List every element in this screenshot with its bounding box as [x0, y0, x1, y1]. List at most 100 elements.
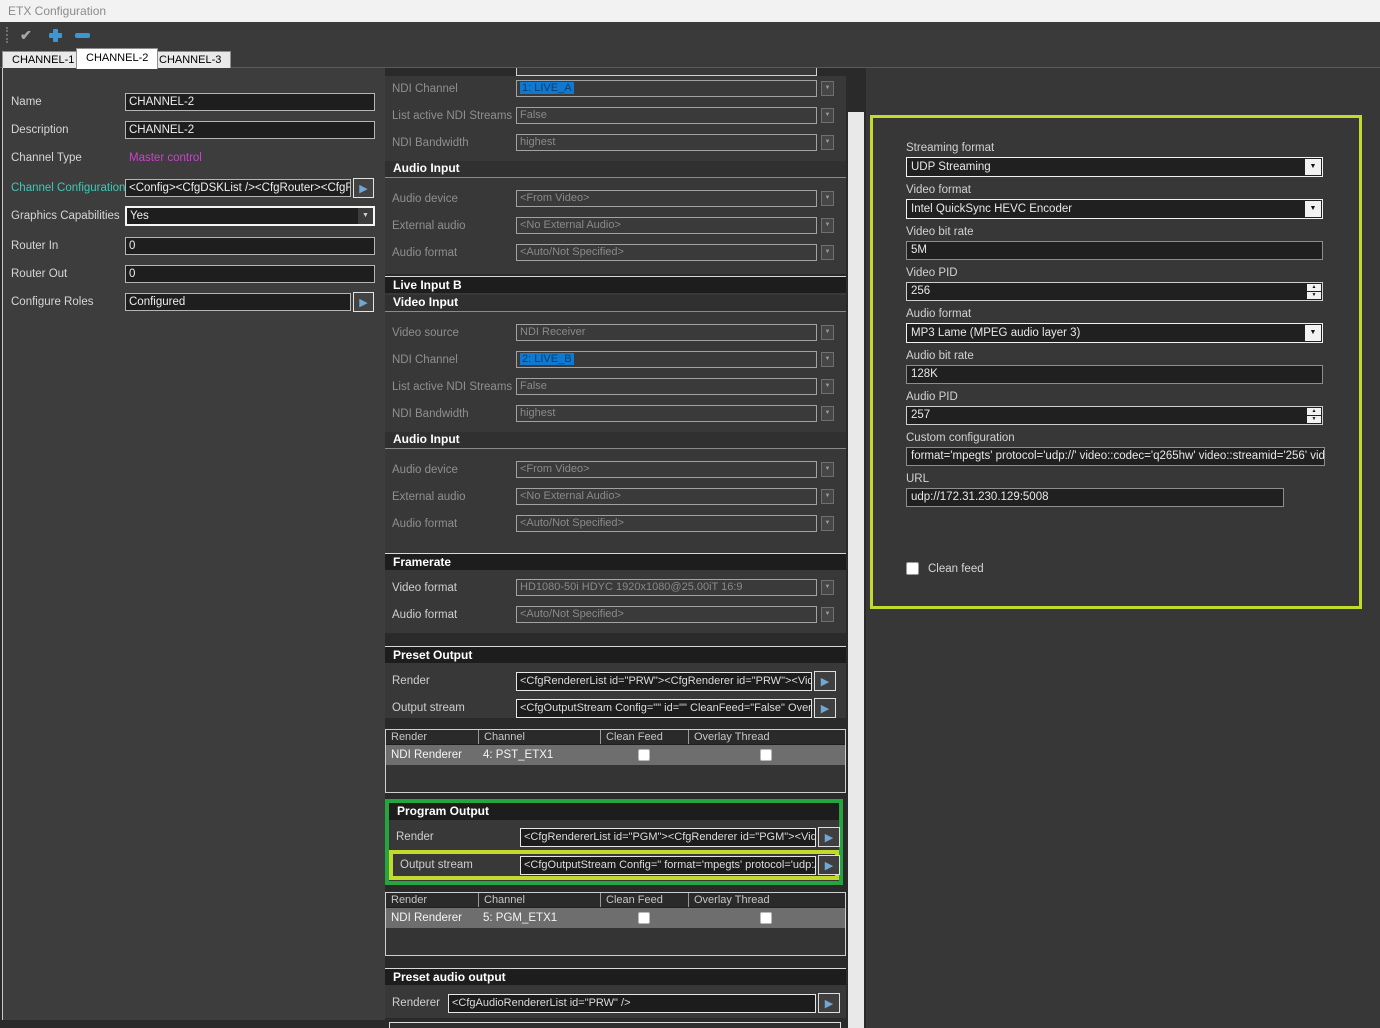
channel-configuration-row: Channel Configuration <Config><CfgDSKLis…	[11, 178, 377, 198]
video-pid-stepper[interactable]: 256 ▲▼	[906, 282, 1323, 301]
video-format-label: Video format	[906, 184, 1359, 196]
chevron-down-icon	[821, 325, 834, 340]
configure-roles-expand-button[interactable]	[353, 292, 374, 312]
program-output-block-highlight: Program Output Render <CfgRendererList i…	[385, 799, 843, 885]
render-cell: NDI Renderer	[386, 749, 478, 761]
ndi-channel-select: 2: LIVE_B	[516, 351, 817, 368]
router-in-input[interactable]: 0	[125, 237, 375, 255]
graphics-capabilities-select[interactable]: Yes ▼	[125, 206, 375, 226]
preset-output-stream-input[interactable]: <CfgOutputStream Config="" id="" CleanFe…	[516, 699, 812, 718]
preset-output-stream-expand-button[interactable]	[814, 698, 836, 718]
preset-render-input[interactable]: <CfgRendererList id="PRW"><CfgRenderer i…	[516, 672, 812, 691]
url-label: URL	[906, 473, 1359, 485]
audio-renderer-input[interactable]: <CfgAudioRendererList id="PRW" />	[448, 994, 816, 1013]
tab-channel-1[interactable]: CHANNEL-1	[2, 51, 84, 69]
video-format-value: Intel QuickSync HEVC Encoder	[911, 203, 1072, 215]
clean-feed-checkbox[interactable]	[638, 749, 650, 761]
program-render-input[interactable]: <CfgRendererList id="PGM"><CfgRenderer i…	[520, 828, 816, 847]
url-input[interactable]: udp://172.31.230.129:5008	[906, 488, 1284, 507]
router-out-input[interactable]: 0	[125, 265, 375, 283]
chevron-down-icon[interactable]: ▼	[1305, 159, 1321, 175]
audio-bit-rate-input[interactable]: 128K	[906, 365, 1323, 384]
remove-channel-icon[interactable]	[74, 27, 91, 44]
framerate-header: Framerate	[385, 553, 846, 570]
table-row[interactable]: NDI Renderer 4: PST_ETX1	[386, 745, 845, 765]
preset-render-expand-button[interactable]	[814, 671, 836, 691]
chevron-down-icon	[821, 489, 834, 504]
step-up-icon[interactable]: ▲	[1307, 284, 1321, 291]
channel-configuration-input[interactable]: <Config><CfgDSKList /><CfgRouter><CfgRou…	[125, 179, 351, 197]
stepper-buttons: ▲▼	[1307, 284, 1321, 299]
audio-format-select[interactable]: MP3 Lame (MPEG audio layer 3) ▼	[906, 323, 1323, 343]
streaming-format-select[interactable]: UDP Streaming ▼	[906, 157, 1323, 177]
audio-pid-stepper[interactable]: 257 ▲▼	[906, 406, 1323, 425]
ndi-bandwidth-select: highest	[516, 134, 817, 151]
video-pid-value: 256	[911, 285, 930, 297]
video-format-select[interactable]: Intel QuickSync HEVC Encoder ▼	[906, 199, 1323, 219]
chevron-down-icon[interactable]: ▼	[358, 208, 373, 224]
channel-properties-panel: Name CHANNEL-2 Description CHANNEL-2 Cha…	[2, 68, 385, 1020]
chevron-down-icon	[821, 406, 834, 421]
step-down-icon[interactable]: ▼	[1307, 292, 1321, 299]
clean-feed-cell	[600, 749, 688, 761]
audio-format-select: <Auto/Not Specified>	[516, 606, 817, 623]
ndi-channel-label: NDI Channel	[392, 354, 516, 366]
program-render-expand-button[interactable]	[818, 827, 840, 847]
description-input[interactable]: CHANNEL-2	[125, 121, 375, 139]
stepper-buttons: ▲▼	[1307, 408, 1321, 423]
clean-feed-row: Clean feed	[906, 562, 984, 575]
step-down-icon[interactable]: ▼	[1307, 416, 1321, 423]
toolbar-grip-handle[interactable]	[6, 27, 10, 43]
audio-device-label: Audio device	[392, 464, 516, 476]
renderer-label: Renderer	[392, 997, 448, 1009]
table-row[interactable]: NDI Renderer 5: PGM_ETX1	[386, 908, 845, 928]
video-bit-rate-input[interactable]: 5M	[906, 241, 1323, 260]
name-input[interactable]: CHANNEL-2	[125, 93, 375, 111]
clean-feed-checkbox[interactable]	[906, 562, 919, 575]
overlay-thread-checkbox[interactable]	[760, 912, 772, 924]
graphics-capabilities-row: Graphics Capabilities Yes ▼	[11, 206, 377, 226]
audio-format-select: <Auto/Not Specified>	[516, 244, 817, 261]
preset-audio-output-block: Preset audio output Renderer <CfgAudioRe…	[385, 968, 846, 1018]
list-active-ndi-streams-select: False	[516, 378, 817, 395]
ndi-bandwidth-label: NDI Bandwidth	[392, 137, 516, 149]
channel-configuration-expand-button[interactable]	[353, 178, 374, 198]
ndi-channel-select: 1: LIVE_A	[516, 80, 817, 97]
step-up-icon[interactable]: ▲	[1307, 408, 1321, 415]
selected-value: 2: LIVE_B	[520, 353, 574, 365]
tab-channel-3[interactable]: CHANNEL-3	[149, 51, 231, 69]
clipped-field-bottom	[389, 1022, 841, 1028]
table-header-row: Render Channel Clean Feed Overlay Thread	[386, 893, 845, 908]
chevron-down-icon	[821, 245, 834, 260]
scrollbar-thumb[interactable]	[848, 112, 864, 1028]
clean-feed-checkbox[interactable]	[638, 912, 650, 924]
channel-configuration-label: Channel Configuration	[11, 182, 125, 194]
stream-settings-highlight-box: Streaming format UDP Streaming ▼ Video f…	[870, 115, 1362, 609]
configure-roles-input[interactable]: Configured	[125, 293, 351, 311]
table-header-row: Render Channel Clean Feed Overlay Thread	[386, 730, 845, 745]
video-source-label: Video source	[392, 327, 516, 339]
audio-renderer-expand-button[interactable]	[818, 993, 840, 1013]
chevron-down-icon[interactable]: ▼	[1305, 325, 1321, 341]
custom-configuration-input[interactable]: format='mpegts' protocol='udp://' video:…	[906, 447, 1325, 466]
program-output-stream-expand-button[interactable]	[818, 855, 840, 875]
output-stream-label: Output stream	[392, 702, 516, 714]
channel-cell: 4: PST_ETX1	[478, 749, 600, 761]
add-channel-icon[interactable]	[47, 27, 64, 44]
overlay-thread-cell	[688, 749, 843, 761]
render-label: Render	[396, 831, 520, 843]
program-output-stream-input[interactable]: <CfgOutputStream Config=" format='mpegts…	[520, 856, 816, 875]
video-source-select: NDI Receiver	[516, 324, 817, 341]
audio-format-value: MP3 Lame (MPEG audio layer 3)	[911, 327, 1080, 339]
overlay-thread-checkbox[interactable]	[760, 749, 772, 761]
audio-device-row: Audio device <From Video>	[385, 461, 846, 478]
chevron-down-icon[interactable]: ▼	[1305, 201, 1321, 217]
preset-renderer-table: Render Channel Clean Feed Overlay Thread…	[385, 729, 846, 793]
audio-format-row: Audio format <Auto/Not Specified>	[385, 606, 846, 623]
tab-channel-2[interactable]: CHANNEL-2	[76, 48, 158, 69]
chevron-down-icon	[821, 135, 834, 150]
audio-format-label: Audio format	[392, 247, 516, 259]
vertical-scrollbar[interactable]	[847, 68, 865, 1028]
apply-check-icon[interactable]: ✔	[20, 27, 37, 44]
output-stream-row-highlight: Output stream <CfgOutputStream Config=" …	[389, 850, 839, 880]
